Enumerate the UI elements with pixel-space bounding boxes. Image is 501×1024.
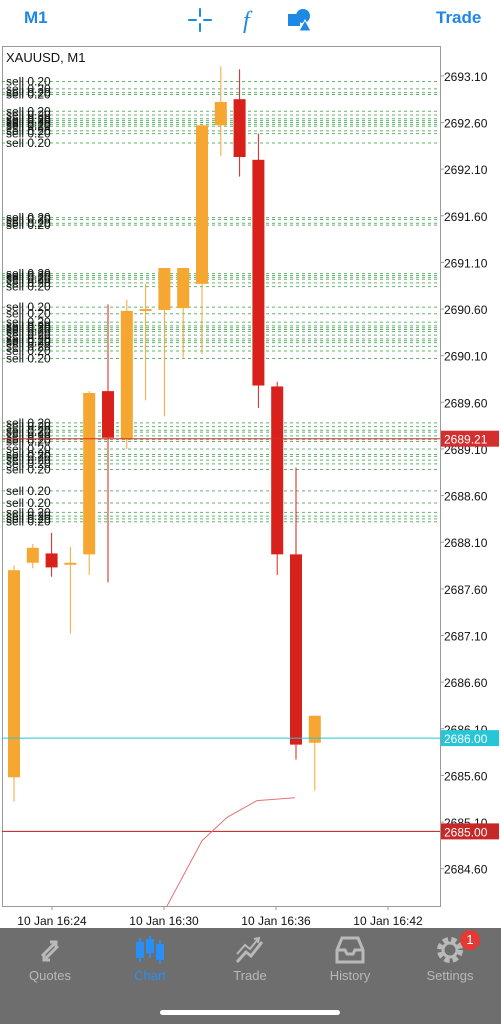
trade-button[interactable]: Trade [436,8,481,28]
candle-body [290,554,302,745]
tab-history[interactable]: History [300,928,400,998]
price-chart[interactable]: 2693.10 2692.60 2692.10 2691.60 2691.10 2690.… [2,46,500,928]
x-tick-label: 10 Jan 16:42 [353,914,423,928]
y-tick-label: 2689.60 [444,396,488,410]
sell-order-label: sell 0.20 [6,280,51,294]
y-tick-label: 2690.60 [444,303,488,317]
sell-order-label: sell 0.20 [6,136,51,150]
x-tick-label: 10 Jan 16:24 [17,914,87,928]
y-tick-label: 2692.60 [444,116,488,130]
tab-trade[interactable]: Trade [200,928,300,998]
y-tick-label: 2687.60 [444,583,488,597]
candle-body [139,309,152,312]
y-tick-label: 2686.60 [444,676,488,690]
candle-body [196,125,208,284]
candle-body [102,391,114,438]
y-tick-label: 2685.60 [444,769,488,783]
plot-frame [2,46,441,907]
tab-chart-label: Chart [134,968,166,983]
crosshair-icon[interactable] [186,6,214,34]
sell-order-label: sell 0.20 [6,218,51,232]
history-icon [335,936,365,964]
candle-body [271,386,284,555]
x-tick-label: 10 Jan 16:36 [241,914,311,928]
chart-icon [136,936,164,964]
tab-trade-label: Trade [233,968,267,983]
tab-quotes[interactable]: Quotes [0,928,100,998]
candle-body [233,99,246,157]
y-tick-label: 2688.10 [444,536,488,550]
tab-settings-label: Settings [426,968,474,983]
candle-body [158,267,171,310]
x-tick-label: 10 Jan 16:30 [129,914,199,928]
timeframe-button[interactable]: M1 [24,8,48,28]
candle-body [252,159,265,386]
candle-body [45,553,58,568]
sell-order-label: sell 0.20 [6,88,51,102]
tab-history-label: History [329,968,371,983]
ask-tag-label: 2686.00 [444,732,488,746]
tab-chart[interactable]: Chart [100,928,200,998]
candle-body [26,547,39,563]
candle-body [120,310,133,440]
function-icon[interactable]: f [236,6,264,34]
tab-quotes-label: Quotes [29,968,71,983]
quotes-icon [40,940,60,962]
y-tick-label: 2688.60 [444,490,488,504]
y-tick-label: 2687.10 [444,630,488,644]
svg-text:f: f [243,8,253,34]
home-indicator [160,1010,340,1015]
candle-body [214,101,227,126]
sell-order-label: sell 0.20 [6,462,51,476]
shapes-icon[interactable] [286,6,314,34]
sell-order-label: sell 0.20 [6,351,51,365]
trade-icon [235,936,264,964]
candle-body [64,562,77,565]
y-tick-label: 2693.10 [444,70,488,84]
sell-order-label: sell 0.20 [6,515,51,529]
y-tick-label: 2691.10 [444,256,488,270]
chart-canvas[interactable]: 2693.10 2692.60 2692.10 2691.60 2691.10 2690.… [2,46,500,928]
bid-tag-label: 2685.00 [444,825,488,839]
tab-settings[interactable]: 1 Settings [400,928,500,998]
y-tick-label: 2684.60 [444,863,488,877]
y-tick-label: 2692.10 [444,163,488,177]
last-price-tag-label: 2689.21 [444,433,488,447]
notification-badge: 1 [460,930,480,950]
candle-body [8,570,20,778]
symbol-label: XAUUSD, M1 [6,50,86,65]
candle-body [308,715,321,743]
y-tick-label: 2690.10 [444,350,488,364]
y-tick-label: 2691.60 [444,210,488,224]
candle-body [177,267,190,309]
candle-body [83,392,96,555]
top-toolbar: M1 f Trade [0,0,501,42]
